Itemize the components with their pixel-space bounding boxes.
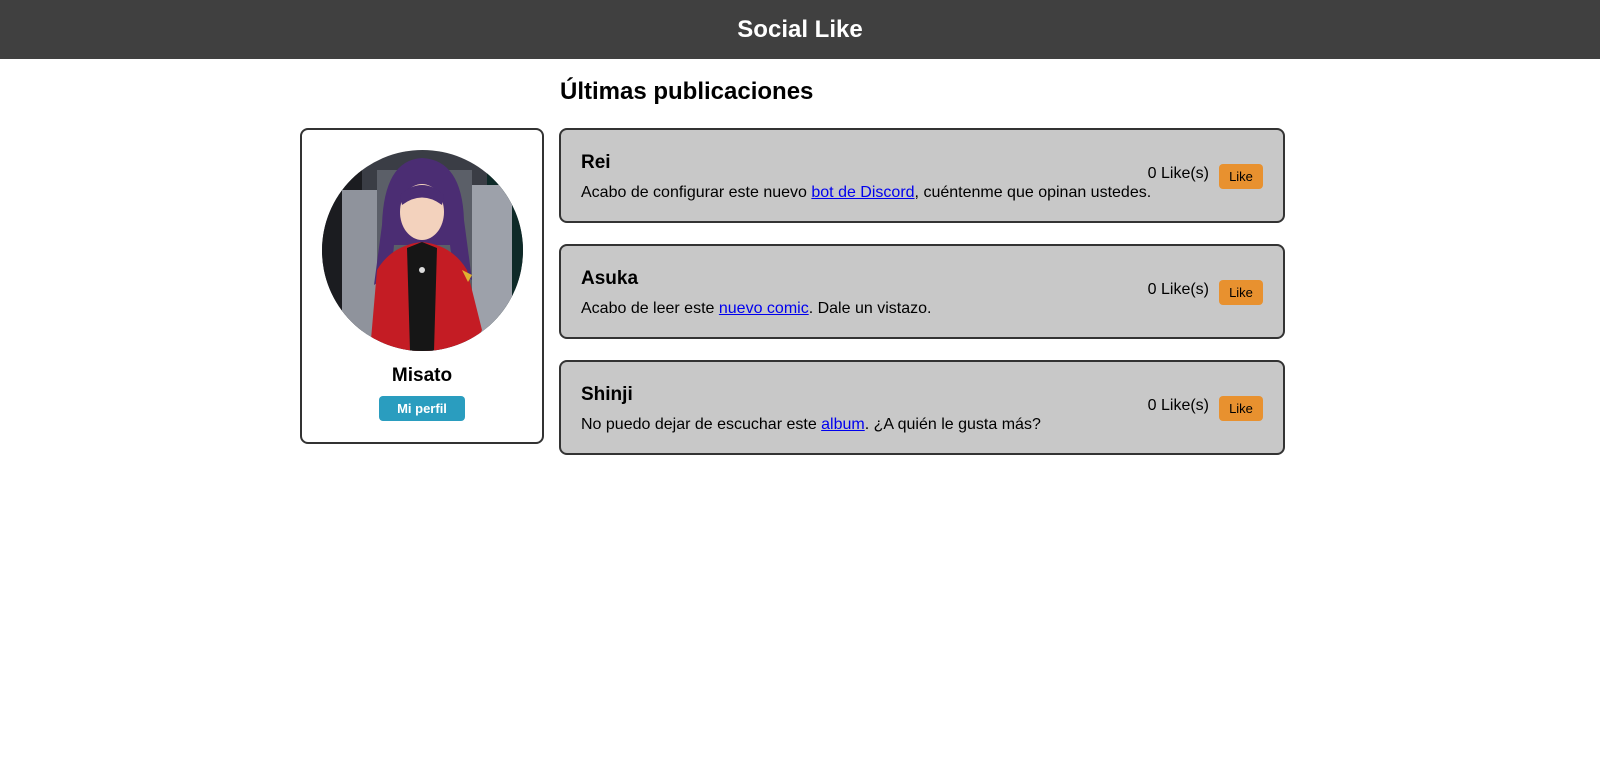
- profile-card: Misato Mi perfil: [300, 128, 544, 444]
- post-text: Acabo de leer este nuevo comic. Dale un …: [581, 300, 932, 317]
- top-bar: Social Like: [0, 0, 1600, 59]
- avatar-image: [321, 150, 523, 351]
- app-title: Social Like: [737, 15, 863, 43]
- avatar: [321, 150, 523, 351]
- post-card: Shinji No puedo dejar de escuchar este a…: [559, 360, 1285, 455]
- post-card: Asuka Acabo de leer este nuevo comic. Da…: [559, 244, 1285, 339]
- post-card: Rei Acabo de configurar este nuevo bot d…: [559, 128, 1285, 223]
- post-author: Shinji: [581, 384, 633, 405]
- post-author: Asuka: [581, 268, 639, 289]
- post-link[interactable]: nuevo comic: [719, 300, 809, 317]
- post-link[interactable]: album: [821, 416, 865, 433]
- post-text: No puedo dejar de escuchar este album. ¿…: [581, 416, 1041, 433]
- my-profile-button[interactable]: Mi perfil: [379, 396, 465, 421]
- like-count: 0 Like(s): [1147, 281, 1209, 298]
- feed-title: Últimas publicaciones: [560, 78, 814, 105]
- post-author: Rei: [581, 152, 611, 173]
- like-button[interactable]: Like: [1219, 164, 1263, 189]
- post-link[interactable]: bot de Discord: [811, 184, 914, 201]
- like-button[interactable]: Like: [1219, 396, 1263, 421]
- like-count: 0 Like(s): [1147, 165, 1209, 182]
- like-button[interactable]: Like: [1219, 280, 1263, 305]
- profile-name: Misato: [391, 365, 453, 386]
- post-text: Acabo de configurar este nuevo bot de Di…: [581, 184, 1152, 201]
- like-count: 0 Like(s): [1147, 397, 1209, 414]
